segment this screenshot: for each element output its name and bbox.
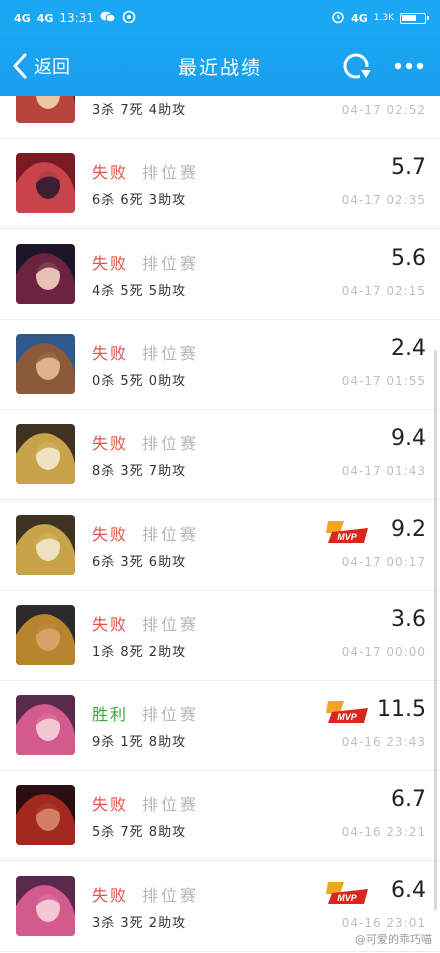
match-kda: 0杀 5死 0助攻 <box>92 373 187 389</box>
signal-indicator-1: 4G <box>14 11 31 25</box>
weibo-icon <box>122 10 136 26</box>
match-row[interactable]: 失败 排位赛 8杀 3死 7助攻 9.4 04-17 01:43 <box>0 410 440 501</box>
match-mode: 排位赛 <box>142 795 200 815</box>
match-score: 9.4 <box>391 426 426 452</box>
wechat-icon <box>100 10 116 26</box>
match-kda: 3杀 7死 4助攻 <box>92 103 187 118</box>
match-row[interactable]: 失败 排位赛 5杀 7死 8助攻 6.7 04-16 23:21 <box>0 771 440 862</box>
match-kda: 8杀 3死 7助攻 <box>92 464 187 480</box>
match-time: 04-16 23:21 <box>341 825 426 840</box>
match-score: 5.6 <box>391 245 426 271</box>
alarm-icon <box>331 10 345 27</box>
mvp-badge-icon: MVP <box>326 701 368 724</box>
match-row[interactable]: 胜利 排位赛 9杀 1死 8助攻 11.5 04-16 23:43 MVP <box>0 681 440 772</box>
mvp-badge-icon: MVP <box>326 520 368 543</box>
network-speed: 1.3K <box>373 13 394 23</box>
match-result: 失败 <box>92 795 129 815</box>
match-row[interactable]: 失败 排位赛 1杀 8死 2助攻 3.6 04-17 00:00 <box>0 590 440 681</box>
match-time: 04-17 00:00 <box>341 644 426 659</box>
hero-avatar <box>16 333 75 394</box>
match-kda: 6杀 6死 3助攻 <box>92 193 187 209</box>
match-result: 失败 <box>92 614 129 634</box>
match-time: 04-17 02:15 <box>341 283 426 298</box>
battery-icon <box>400 12 429 24</box>
mvp-badge-icon: MVP <box>326 881 368 904</box>
hero-avatar <box>16 604 75 665</box>
match-row[interactable]: 失败 排位赛 4杀 5死 5助攻 5.6 04-17 02:15 <box>0 229 440 320</box>
match-mode: 排位赛 <box>142 163 200 183</box>
nav-bar: 返回 最近战绩 <box>0 36 440 96</box>
hero-avatar <box>16 514 75 575</box>
back-button[interactable]: 返回 <box>0 51 70 81</box>
match-result: 失败 <box>92 253 129 273</box>
hero-avatar <box>16 785 75 846</box>
match-score: 11.5 <box>377 697 426 723</box>
match-score: 2.4 <box>391 335 426 361</box>
match-result: 胜利 <box>92 705 129 725</box>
match-result: 失败 <box>92 163 129 183</box>
hero-avatar <box>16 153 75 214</box>
match-time: 04-17 02:35 <box>341 193 426 208</box>
match-kda: 3杀 3死 2助攻 <box>92 915 187 931</box>
hero-avatar <box>16 243 75 304</box>
match-time: 04-17 00:17 <box>341 554 426 569</box>
mvp-label: MVP <box>337 712 358 722</box>
match-mode: 排位赛 <box>142 524 200 544</box>
match-kda: 4杀 5死 5助攻 <box>92 283 187 299</box>
match-kda: 1杀 8死 2助攻 <box>92 644 187 660</box>
match-score: 9.2 <box>391 516 426 542</box>
match-result: 失败 <box>92 343 129 363</box>
match-kda: 5杀 7死 8助攻 <box>92 825 187 841</box>
match-score: 6.7 <box>391 787 426 813</box>
hero-avatar <box>16 875 75 936</box>
network-indicator: 4G <box>351 11 368 25</box>
match-row[interactable]: 失败 排位赛 6杀 6死 3助攻 5.7 04-17 02:35 <box>0 139 440 230</box>
clock: 13:31 <box>59 11 94 25</box>
match-time: 04-17 02:52 <box>341 103 426 117</box>
match-score: 6.4 <box>391 877 426 903</box>
status-bar: 4G 4G 13:31 4G 1.3K <box>0 0 440 36</box>
refresh-icon[interactable] <box>340 49 374 83</box>
match-row[interactable]: 失败 排位赛 6杀 3死 6助攻 9.2 04-17 00:17 MVP <box>0 500 440 591</box>
match-score: 5.7 <box>391 155 426 181</box>
match-row[interactable]: 失败 排位赛 0杀 5死 0助攻 2.4 04-17 01:55 <box>0 319 440 410</box>
watermark: @可爱的乖巧喵 <box>355 933 432 946</box>
match-kda: 6杀 3死 6助攻 <box>92 554 187 570</box>
match-mode: 排位赛 <box>142 253 200 273</box>
match-time: 04-16 23:01 <box>341 915 426 930</box>
match-time: 04-17 01:43 <box>341 464 426 479</box>
match-mode: 排位赛 <box>142 434 200 454</box>
hero-avatar <box>16 695 75 756</box>
match-result: 失败 <box>92 885 129 905</box>
match-score: 3.6 <box>391 606 426 632</box>
hero-avatar <box>16 424 75 485</box>
match-result: 失败 <box>92 524 129 544</box>
match-time: 04-17 01:55 <box>341 373 426 388</box>
match-kda: 9杀 1死 8助攻 <box>92 735 187 751</box>
match-mode: 排位赛 <box>142 705 200 725</box>
signal-indicator-2: 4G <box>36 11 54 25</box>
scrollbar[interactable] <box>434 350 437 910</box>
mvp-label: MVP <box>337 532 358 542</box>
match-row[interactable]: 失败排位赛3杀 7死 4助攻04-17 02:52 <box>0 96 440 139</box>
mvp-label: MVP <box>337 893 358 903</box>
back-label: 返回 <box>34 57 70 78</box>
more-icon[interactable] <box>392 49 426 83</box>
match-mode: 排位赛 <box>142 614 200 634</box>
match-time: 04-16 23:43 <box>341 735 426 750</box>
match-list[interactable]: 失败排位赛3杀 7死 4助攻04-17 02:52失败排位赛6杀 6死 3助攻5… <box>0 96 440 953</box>
match-mode: 排位赛 <box>142 343 200 363</box>
hero-avatar <box>16 96 75 123</box>
match-mode: 排位赛 <box>142 885 200 905</box>
match-result: 失败 <box>92 434 129 454</box>
chevron-left-icon <box>13 53 27 79</box>
